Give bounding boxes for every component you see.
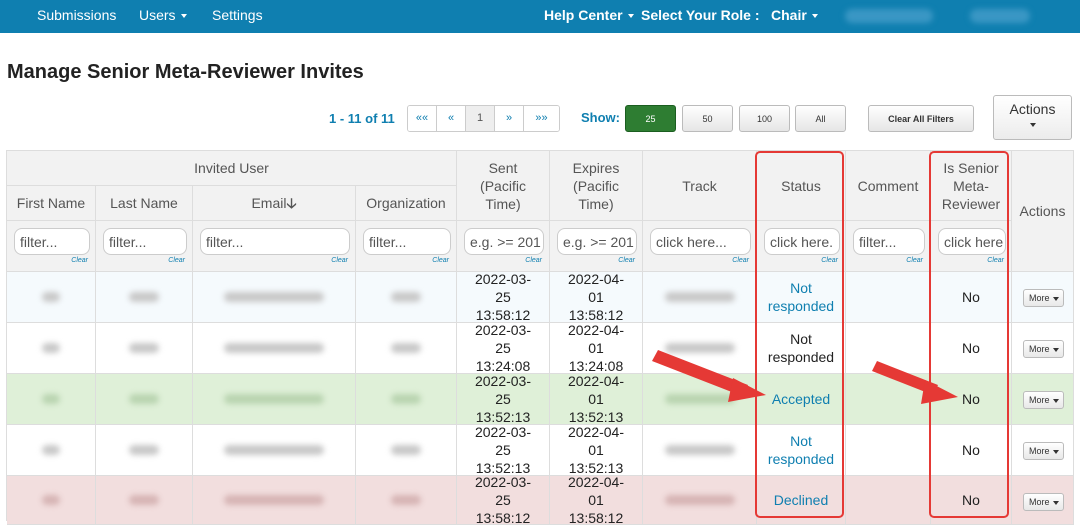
annotation-arrows [652, 350, 958, 404]
arrow-icon [652, 350, 766, 402]
arrow-icon [872, 361, 958, 404]
